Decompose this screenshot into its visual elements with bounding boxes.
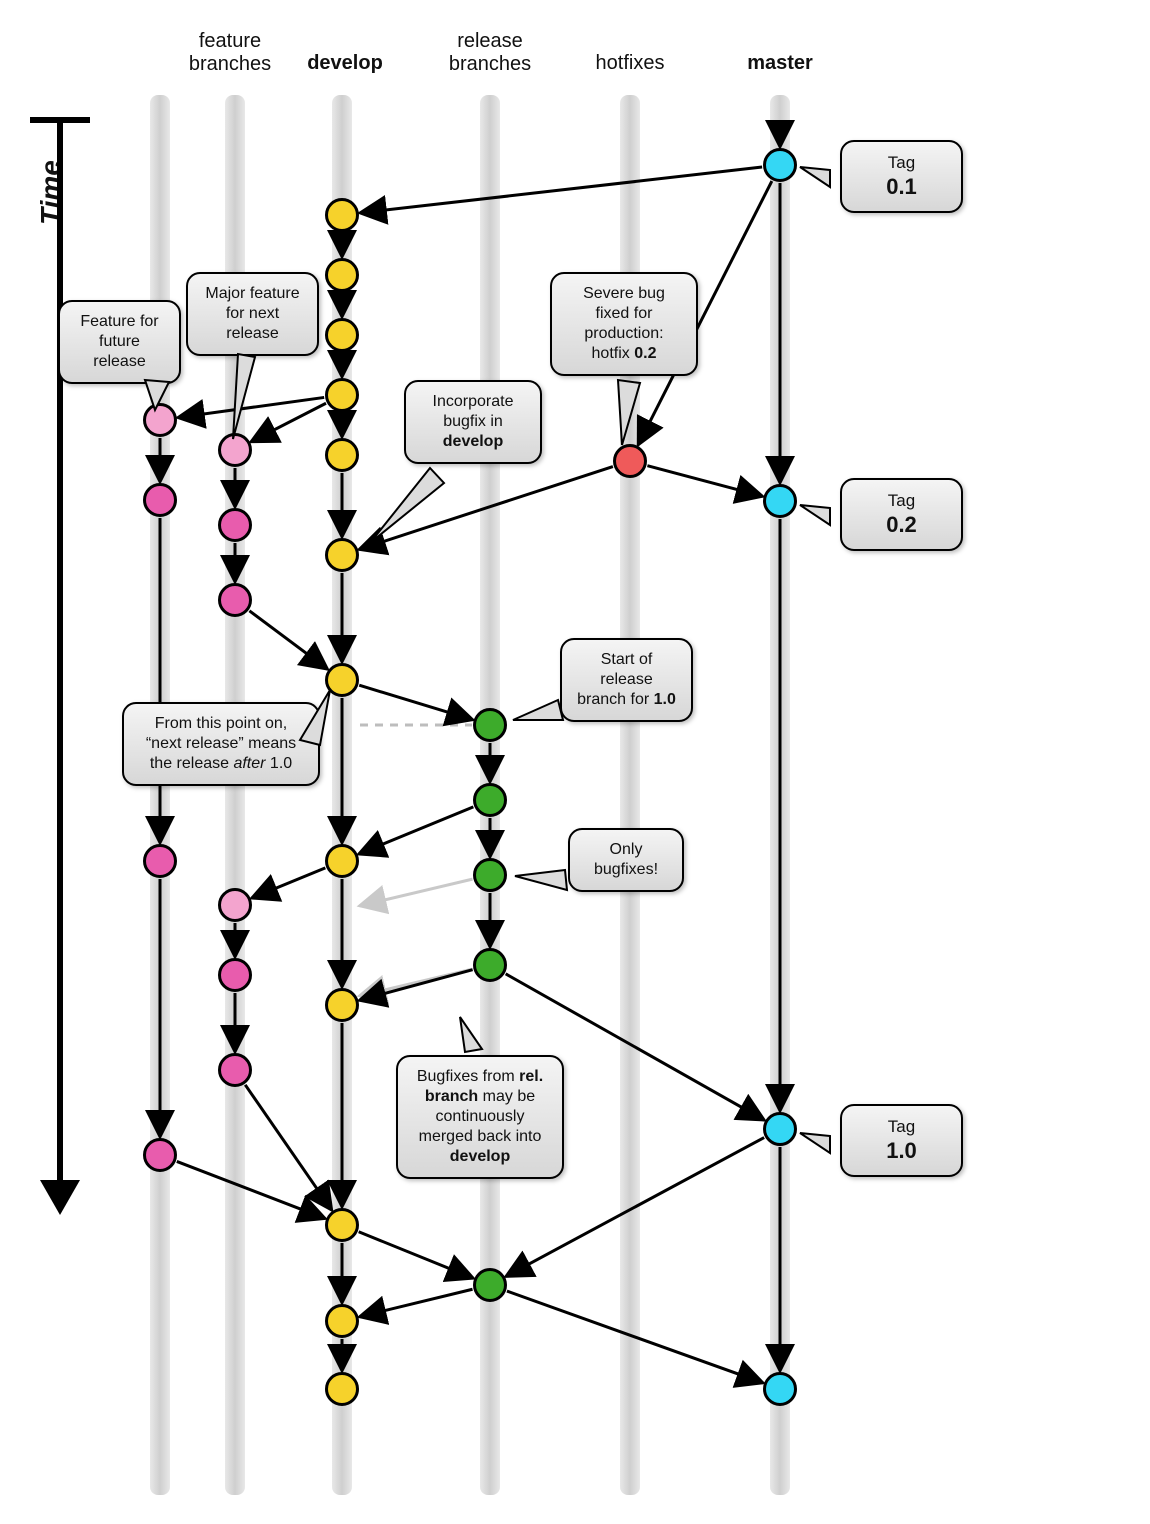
callout-from-point: From this point on, “next release” means… [122,702,320,786]
commit-r2 [473,858,507,892]
callout-feat-major: Major feature for next release [186,272,319,356]
commit-r4 [473,1268,507,1302]
tag-0-2: Tag0.2 [840,478,963,551]
lane-feature-label: featurebranches [165,30,295,76]
tag-1-0: Tag1.0 [840,1104,963,1177]
commit-d8 [325,988,359,1022]
lane-release-label: releasebranches [430,30,550,76]
commit-r3 [473,948,507,982]
commit-d2 [325,318,359,352]
lane-hotfixes-label: hotfixes [580,52,680,75]
callout-start-release: Start of release branch for 1.0 [560,638,693,722]
commit-m2 [763,1112,797,1146]
callout-hotfix: Severe bug fixed for production: hotfix … [550,272,698,376]
lane-develop-label: develop [300,52,390,75]
commit-d9 [325,1208,359,1242]
commit-fb3 [218,888,252,922]
callout-feat-future: Feature for future release [58,300,181,384]
commit-m3 [763,1372,797,1406]
commit-d1 [325,258,359,292]
commit-fa1 [143,483,177,517]
commit-d5 [325,538,359,572]
commit-r0 [473,708,507,742]
tag-0-1: Tag0.1 [840,140,963,213]
commit-fa0 [143,403,177,437]
callout-only-bugfixes: Only bugfixes! [568,828,684,892]
commit-d10 [325,1304,359,1338]
commit-d3 [325,378,359,412]
commit-fb1 [218,508,252,542]
commit-fb0 [218,433,252,467]
commit-d11 [325,1372,359,1406]
commit-fb5 [218,1053,252,1087]
commit-h0 [613,444,647,478]
commit-d4 [325,438,359,472]
commit-d6 [325,663,359,697]
callout-rel-merge: Bugfixes from rel. branch may be continu… [396,1055,564,1179]
lane-master-label: master [740,52,820,75]
commit-m0 [763,148,797,182]
commit-fb4 [218,958,252,992]
commit-fa3 [143,1138,177,1172]
commit-fa2 [143,844,177,878]
commit-m1 [763,484,797,518]
commit-fb2 [218,583,252,617]
commit-d7 [325,844,359,878]
commit-d0 [325,198,359,232]
commit-r1 [473,783,507,817]
callout-incorporate: Incorporate bugfix in develop [404,380,542,464]
